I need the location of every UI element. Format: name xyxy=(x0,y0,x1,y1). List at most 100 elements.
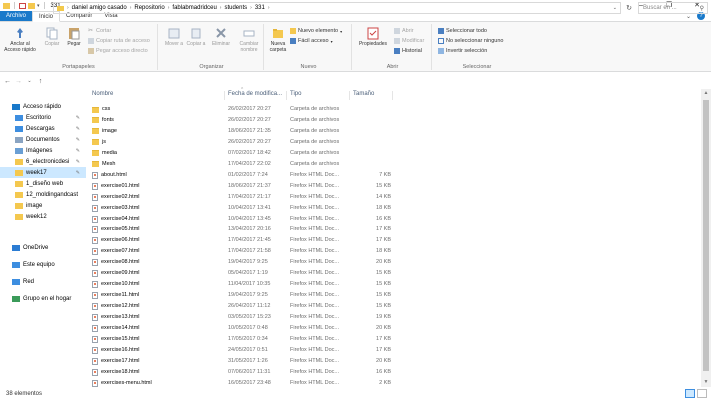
file-row[interactable]: exercise07.html 17/04/2017 21:58 Firefox H… xyxy=(89,247,589,256)
file-row[interactable]: exercise09.html 05/04/2017 1:19 Firefox HT… xyxy=(89,269,589,278)
file-row[interactable]: exercise11.html 19/04/2017 9:25 Firefox HT… xyxy=(89,291,589,300)
column-header-name[interactable]: Nombre xyxy=(92,91,113,101)
chevron-right-icon[interactable]: › xyxy=(130,5,132,11)
copy-to-button[interactable]: Copiar a xyxy=(186,26,206,47)
file-row[interactable]: image 18/06/2017 21:35 Carpeta de archivos xyxy=(89,127,589,136)
easy-access-button[interactable]: Fácil acceso ▾ xyxy=(290,38,333,44)
file-row[interactable]: exercise05.html 13/04/2017 20:16 Firefox H… xyxy=(89,225,589,234)
new-folder-button[interactable]: Nueva carpeta xyxy=(266,26,290,53)
file-row[interactable]: exercise06.html 17/04/2017 21:45 Firefox H… xyxy=(89,236,589,245)
file-row[interactable]: exercise16.html 24/05/2017 0:51 Firefox HT… xyxy=(89,346,589,355)
properties-icon[interactable] xyxy=(19,2,26,9)
scrollbar-thumb[interactable] xyxy=(703,100,709,371)
cut-button[interactable]: ✂ Cortar xyxy=(88,28,111,34)
up-button[interactable]: ↑ xyxy=(35,78,46,85)
nav-item[interactable]: OneDrive xyxy=(0,242,86,253)
select-all-button[interactable]: Seleccionar todo xyxy=(438,28,487,34)
file-row[interactable]: css 26/02/2017 20:27 Carpeta de archivos xyxy=(89,105,589,114)
pin-icon[interactable]: ✎ xyxy=(76,170,80,176)
nav-item[interactable]: Documentos ✎ xyxy=(0,134,86,145)
breadcrumb-item[interactable]: fablabmadridceu xyxy=(172,5,216,11)
paste-button[interactable]: Pegar xyxy=(64,26,84,47)
file-row[interactable]: exercise08.html 19/04/2017 9:25 Firefox HT… xyxy=(89,258,589,267)
delete-button[interactable]: Eliminar xyxy=(208,26,234,47)
file-row[interactable]: about.html 01/02/2017 7:24 Firefox HTML Do… xyxy=(89,171,589,180)
chevron-right-icon[interactable]: › xyxy=(250,5,252,11)
scroll-up-icon[interactable]: ▲ xyxy=(701,89,711,98)
edit-button[interactable]: Modificar xyxy=(394,38,424,44)
column-header-type[interactable]: Tipo xyxy=(290,91,301,101)
large-icons-view-icon[interactable] xyxy=(697,389,707,398)
nav-item[interactable]: Acceso rápido xyxy=(0,101,86,112)
chevron-down-icon[interactable]: ⌄ xyxy=(613,5,617,11)
copy-button[interactable]: Copiar xyxy=(42,26,62,47)
vertical-scrollbar[interactable]: ▲ ▼ xyxy=(701,89,711,387)
move-to-button[interactable]: Mover a xyxy=(164,26,184,47)
chevron-right-icon[interactable]: › xyxy=(168,5,170,11)
details-view-icon[interactable] xyxy=(685,389,695,398)
scroll-down-icon[interactable]: ▼ xyxy=(701,378,711,387)
pin-quick-access-button[interactable]: Anclar al Acceso rápido xyxy=(2,26,38,53)
nav-item[interactable]: Descargas ✎ xyxy=(0,123,86,134)
history-button[interactable]: Historial xyxy=(394,48,422,54)
breadcrumb-item[interactable]: 331 xyxy=(255,5,265,11)
file-row[interactable]: exercise03.html 10/04/2017 13:41 Firefox H… xyxy=(89,204,589,213)
column-divider[interactable] xyxy=(224,91,225,100)
new-item-button[interactable]: Nuevo elemento ▾ xyxy=(290,28,342,34)
nav-item[interactable]: image xyxy=(0,200,86,211)
search-input[interactable]: Buscar en ... ⚲ xyxy=(638,2,708,14)
column-divider[interactable] xyxy=(392,91,393,100)
nav-item[interactable]: Este equipo xyxy=(0,259,86,270)
column-divider[interactable] xyxy=(286,91,287,100)
invert-selection-button[interactable]: Invertir selección xyxy=(438,48,487,54)
pin-icon[interactable]: ✎ xyxy=(76,148,80,154)
nav-item[interactable]: week12 xyxy=(0,211,86,222)
nav-item[interactable]: 6_electronicdesi ✎ xyxy=(0,156,86,167)
chevron-right-icon[interactable]: › xyxy=(220,5,222,11)
nav-item[interactable]: Imágenes ✎ xyxy=(0,145,86,156)
breadcrumb-item[interactable]: daniel amigo casado xyxy=(72,5,127,11)
nav-item[interactable]: 1_diseño web xyxy=(0,178,86,189)
open-button[interactable]: Abrir xyxy=(394,28,414,34)
pin-icon[interactable]: ✎ xyxy=(76,126,80,132)
nav-item[interactable]: week17 ✎ xyxy=(0,167,86,178)
recent-locations-button[interactable]: ⌄ xyxy=(24,78,35,84)
file-row[interactable]: exercise04.html 10/04/2017 13:45 Firefox H… xyxy=(89,215,589,224)
file-row[interactable]: Mesh 17/04/2017 22:02 Carpeta de archivos xyxy=(89,160,589,169)
copy-path-button[interactable]: Copiar ruta de acceso xyxy=(88,38,150,44)
file-row[interactable]: exercise02.html 17/04/2017 21:17 Firefox H… xyxy=(89,193,589,202)
file-row[interactable]: exercise01.html 18/06/2017 21:37 Firefox H… xyxy=(89,182,589,191)
pin-icon[interactable]: ✎ xyxy=(76,159,80,165)
file-row[interactable]: fonts 26/02/2017 20:27 Carpeta de archivos xyxy=(89,116,589,125)
customize-toolbar-icon[interactable]: ▾ xyxy=(37,3,40,9)
breadcrumb-item[interactable]: Repositorio xyxy=(134,5,164,11)
paste-shortcut-button[interactable]: Pegar acceso directo xyxy=(88,48,148,54)
file-row[interactable]: exercise15.html 17/05/2017 0:34 Firefox HT… xyxy=(89,335,589,344)
file-row[interactable]: exercise13.html 03/05/2017 15:23 Firefox H… xyxy=(89,313,589,322)
back-button[interactable]: ← xyxy=(2,78,13,85)
new-folder-icon[interactable] xyxy=(28,2,35,9)
column-header-size[interactable]: Tamaño xyxy=(353,91,374,101)
file-row[interactable]: exercise10.html 11/04/2017 10:35 Firefox H… xyxy=(89,280,589,289)
nav-item[interactable]: Grupo en el hogar xyxy=(0,293,86,304)
column-header-date[interactable]: Fecha de modifica... xyxy=(228,91,282,101)
select-none-button[interactable]: No seleccionar ninguno xyxy=(438,38,503,44)
properties-button[interactable]: Propiedades xyxy=(356,26,390,47)
file-row[interactable]: exercise17.html 31/05/2017 1:26 Firefox HT… xyxy=(89,357,589,366)
rename-button[interactable]: Cambiar nombre xyxy=(236,26,262,53)
file-row[interactable]: exercise12.html 26/04/2017 11:12 Firefox H… xyxy=(89,302,589,311)
file-row[interactable]: media 07/02/2017 18:42 Carpeta de archivos xyxy=(89,149,589,158)
file-row[interactable]: exercise14.html 10/05/2017 0:48 Firefox HT… xyxy=(89,324,589,333)
nav-item[interactable]: Red xyxy=(0,276,86,287)
breadcrumb-item[interactable]: students xyxy=(224,5,247,11)
column-divider[interactable] xyxy=(349,91,350,100)
refresh-button[interactable]: ↻ xyxy=(623,4,635,12)
file-row[interactable]: js 26/02/2017 20:27 Carpeta de archivos xyxy=(89,138,589,147)
chevron-right-icon[interactable]: › xyxy=(268,5,270,11)
forward-button[interactable]: → xyxy=(13,78,24,85)
nav-item[interactable]: Escritorio ✎ xyxy=(0,112,86,123)
nav-item[interactable]: 12_moldingandcast xyxy=(0,189,86,200)
address-bar[interactable]: › daniel amigo casado › Repositorio › fa… xyxy=(53,2,621,14)
pin-icon[interactable]: ✎ xyxy=(76,115,80,121)
file-row[interactable]: exercise18.html 07/06/2017 11:31 Firefox H… xyxy=(89,368,589,377)
